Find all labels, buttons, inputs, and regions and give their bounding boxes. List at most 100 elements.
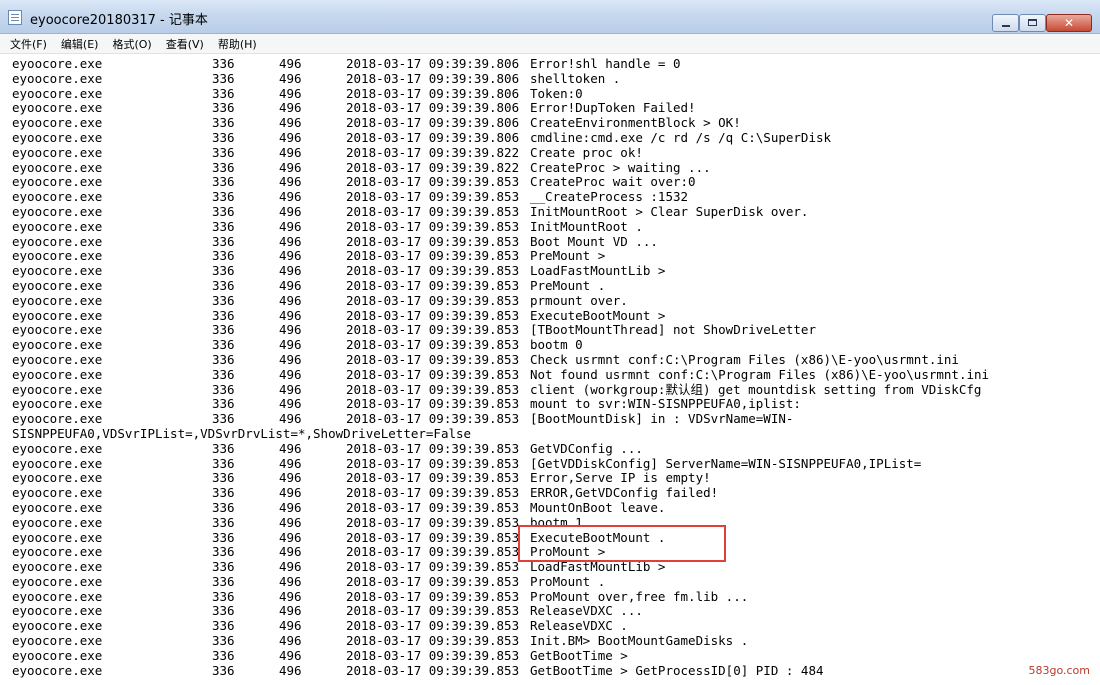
log-timestamp: 2018-03-17 09:39:39.853 [346,573,520,589]
log-tid: 496 [279,322,302,338]
log-process-name: eyoocore.exe [12,144,103,160]
log-message: ReleaseVDXC ... [530,603,643,619]
log-pid: 336 [212,203,235,219]
log-pid: 336 [212,144,235,160]
log-timestamp: 2018-03-17 09:39:39.806 [346,85,520,101]
log-process-name: eyoocore.exe [12,322,103,338]
log-process-name: eyoocore.exe [12,618,103,634]
log-message: MountOnBoot leave. [530,499,666,515]
log-message: LoadFastMountLib > [530,559,666,575]
menu-help[interactable]: 帮助(H) [218,36,257,52]
log-timestamp: 2018-03-17 09:39:39.853 [346,366,520,382]
log-pid: 336 [212,618,235,634]
log-timestamp: 2018-03-17 09:39:39.806 [346,115,520,131]
log-process-name: eyoocore.exe [12,455,103,471]
menu-view[interactable]: 查看(V) [166,36,204,52]
log-pid: 336 [212,70,235,86]
log-message: ReleaseVDXC . [530,618,628,634]
log-tid: 496 [279,514,302,530]
log-message: CreateProc > waiting ... [530,159,711,175]
log-tid: 496 [279,351,302,367]
log-tid: 496 [279,411,302,427]
text-editor-area[interactable]: eyoocore.exe 336 496 2018-03-17 09:39:39.80… [0,54,1100,685]
log-timestamp: 2018-03-17 09:39:39.853 [346,233,520,249]
log-process-name: eyoocore.exe [12,396,103,412]
log-process-name: eyoocore.exe [12,218,103,234]
log-message: GetBootTime > [530,647,628,663]
log-pid: 336 [212,470,235,486]
log-pid: 336 [212,56,235,71]
log-pid: 336 [212,248,235,264]
log-message: ProMount . [530,573,606,589]
log-message: mount to svr:WIN-SISNPPEUFA0,iplist: [530,396,801,412]
log-process-name: eyoocore.exe [12,115,103,131]
log-tid: 496 [279,470,302,486]
log-process-name: eyoocore.exe [12,573,103,589]
maximize-button[interactable] [1019,14,1046,32]
log-process-name: eyoocore.exe [12,603,103,619]
log-process-name: eyoocore.exe [12,174,103,190]
log-pid: 336 [212,544,235,560]
log-process-name: eyoocore.exe [12,129,103,145]
minimize-button[interactable] [992,14,1019,32]
log-timestamp: 2018-03-17 09:39:39.853 [346,440,520,456]
log-process-name: eyoocore.exe [12,203,103,219]
log-process-name: eyoocore.exe [12,647,103,663]
title-bar[interactable]: eyoocore20180317 - 记事本 [0,0,1100,34]
menu-format[interactable]: 格式(O) [112,36,151,52]
log-pid: 336 [212,366,235,382]
log-process-name: eyoocore.exe [12,662,103,678]
log-timestamp: 2018-03-17 09:39:39.853 [346,174,520,190]
log-pid: 336 [212,573,235,589]
log-process-name: eyoocore.exe [12,499,103,515]
log-pid: 336 [212,322,235,338]
log-process-name: eyoocore.exe [12,100,103,116]
log-message: prmount over. [530,292,628,308]
log-timestamp: 2018-03-17 09:39:39.806 [346,129,520,145]
log-process-name: eyoocore.exe [12,277,103,293]
log-process-name: eyoocore.exe [12,307,103,323]
log-process-name: eyoocore.exe [12,559,103,575]
log-pid: 336 [212,633,235,649]
log-pid: 336 [212,337,235,353]
log-process-name: eyoocore.exe [12,529,103,545]
log-process-name: eyoocore.exe [12,470,103,486]
log-process-name: eyoocore.exe [12,633,103,649]
log-timestamp: 2018-03-17 09:39:39.853 [346,411,520,427]
log-message: Create proc ok! [530,144,643,160]
window-controls [992,14,1092,32]
log-message: ExecuteBootMount > [530,307,666,323]
log-process-name: eyoocore.exe [12,70,103,86]
log-timestamp: 2018-03-17 09:39:39.853 [346,322,520,338]
log-process-name: eyoocore.exe [12,440,103,456]
menu-edit[interactable]: 编辑(E) [61,36,99,52]
menu-file[interactable]: 文件(F) [10,36,47,52]
log-timestamp: 2018-03-17 09:39:39.853 [346,351,520,367]
log-tid: 496 [279,203,302,219]
log-tid: 496 [279,144,302,160]
log-tid: 496 [279,633,302,649]
log-message: LoadFastMountLib > [530,263,666,279]
log-message: InitMountRoot . [530,218,643,234]
log-tid: 496 [279,559,302,575]
log-pid: 336 [212,588,235,604]
log-pid: 336 [212,662,235,678]
log-pid: 336 [212,396,235,412]
log-tid: 496 [279,159,302,175]
log-tid: 496 [279,529,302,545]
log-pid: 336 [212,351,235,367]
log-timestamp: 2018-03-17 09:39:39.853 [346,618,520,634]
log-timestamp: 2018-03-17 09:39:39.853 [346,263,520,279]
close-button[interactable] [1046,14,1092,32]
window-title: eyoocore20180317 - 记事本 [30,13,208,28]
log-tid: 496 [279,544,302,560]
log-pid: 336 [212,292,235,308]
log-pid: 336 [212,485,235,501]
log-pid: 336 [212,647,235,663]
log-process-name: eyoocore.exe [12,233,103,249]
log-tid: 496 [279,248,302,264]
log-message: CreateProc wait over:0 [530,174,696,190]
log-process-name: eyoocore.exe [12,85,103,101]
log-tid: 496 [279,115,302,131]
log-tid: 496 [279,573,302,589]
